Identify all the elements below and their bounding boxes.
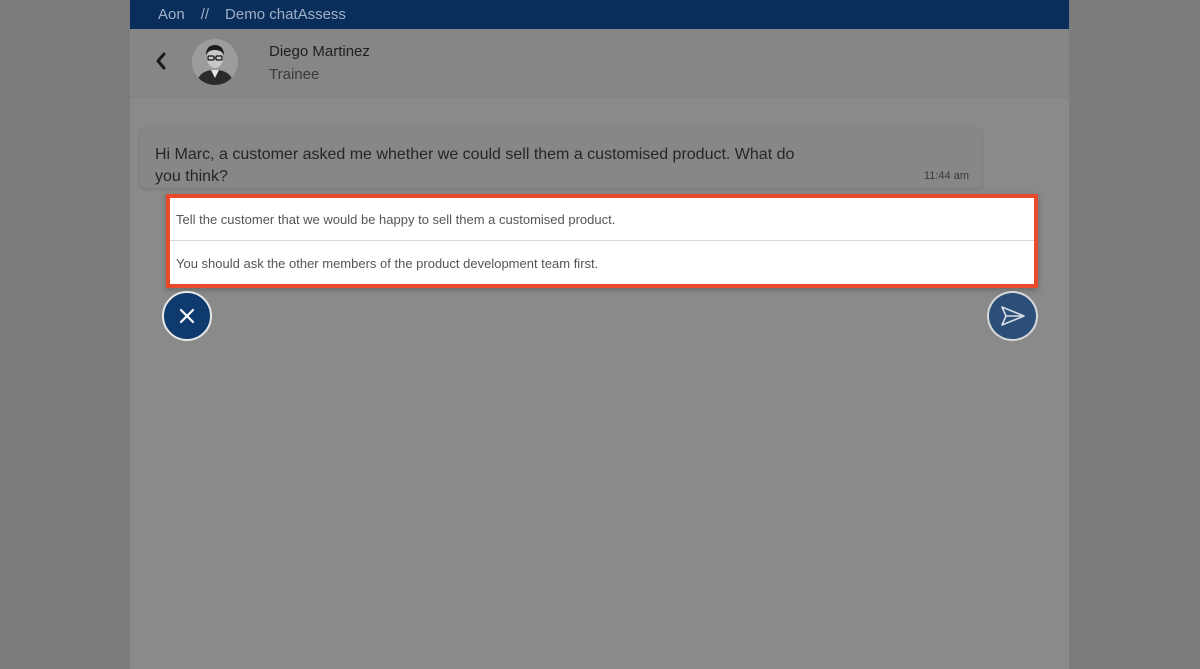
chevron-left-icon [156,52,166,70]
message-text: Hi Marc, a customer asked me whether we … [155,146,795,185]
chat-app: Aon // Demo chatAssess Diego Martinez Tr… [130,0,1069,669]
response-option-2[interactable]: You should ask the other members of the … [170,242,1034,285]
cancel-button[interactable] [162,291,212,341]
breadcrumb-separator: // [200,6,210,23]
close-icon [179,308,195,324]
contact-name: Diego Martinez [269,43,370,60]
send-icon [1000,306,1025,326]
screen: Aon // Demo chatAssess Diego Martinez Tr… [0,0,1200,669]
message-timestamp: 11:44 am [923,170,969,182]
brand-label: Aon [158,6,185,23]
app-title: Demo chatAssess [225,6,346,23]
send-button[interactable] [987,291,1038,341]
incoming-message: Hi Marc, a customer asked me whether we … [140,128,982,188]
avatar [192,39,238,85]
top-bar: Aon // Demo chatAssess [130,0,1069,29]
response-option-1[interactable]: Tell the customer that we would be happy… [170,198,1034,241]
contact-role: Trainee [269,66,320,83]
back-button[interactable] [154,49,168,73]
chat-header: Diego Martinez Trainee [130,29,1069,98]
person-avatar-icon [192,39,238,85]
response-options: Tell the customer that we would be happy… [166,194,1038,288]
